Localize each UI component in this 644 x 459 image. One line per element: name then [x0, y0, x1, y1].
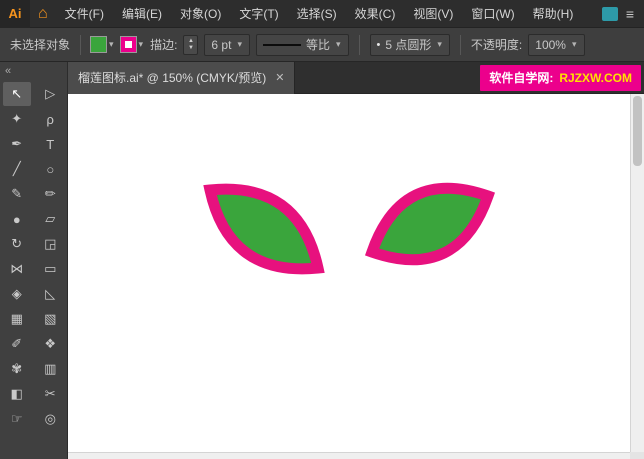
chevron-down-icon: ▾: [237, 39, 242, 49]
width-tool[interactable]: ⋈: [3, 257, 31, 281]
control-bar: 未选择对象 ▾ ▾ 描边: ▲ ▼ 6 pt ▾ 等比 ▾ • 5 点圆形 ▾: [0, 28, 644, 62]
artboard-canvas[interactable]: [68, 94, 630, 452]
vertical-scrollbar-thumb[interactable]: [633, 96, 642, 166]
artwork: [203, 182, 496, 275]
chevron-down-icon: ▾: [437, 39, 442, 49]
separator: [459, 34, 461, 55]
width-profile-value: 等比: [305, 38, 330, 52]
eyedropper-tool[interactable]: ✐: [3, 332, 31, 356]
stepper-up-icon[interactable]: ▲: [184, 38, 197, 45]
symbol-sprayer-tool[interactable]: ✾: [3, 357, 31, 381]
menu-select[interactable]: 选择(S): [288, 0, 346, 28]
magic-wand-tool[interactable]: ✦: [3, 107, 31, 131]
leaf-shape-right[interactable]: [364, 182, 496, 266]
selection-tool[interactable]: ↖: [2, 82, 31, 106]
panel-menu-icon[interactable]: ≡: [626, 6, 634, 22]
pencil-tool[interactable]: ✏: [36, 182, 64, 206]
stroke-color-dropdown[interactable]: ▾: [119, 36, 145, 53]
menu-window[interactable]: 窗口(W): [462, 0, 523, 28]
vertical-scrollbar[interactable]: [630, 94, 644, 452]
stroke-label: 描边:: [150, 38, 178, 52]
hand-tool[interactable]: ☞: [3, 407, 31, 431]
chevron-down-icon: ▾: [571, 39, 577, 49]
scrollbar-corner: [630, 452, 644, 459]
column-graph-tool[interactable]: ▥: [36, 357, 64, 381]
horizontal-scrollbar[interactable]: [68, 452, 630, 459]
line-segment-tool[interactable]: ╱: [3, 157, 31, 181]
fill-color-dropdown[interactable]: ▾: [90, 36, 115, 53]
tools-grid: ↖ ▷ ✦ ρ ✒ T ╱ ○ ✎ ✏ ● ▱ ↻ ◲ ⋈ ▭ ◈ ◺ ▦ ▧ …: [0, 80, 67, 431]
opacity-value: 100%: [535, 37, 566, 52]
eraser-tool[interactable]: ▱: [36, 207, 64, 231]
document-tab-title: 榴莲图标.ai* @ 150% (CMYK/预览): [78, 71, 267, 85]
menu-type[interactable]: 文字(T): [230, 0, 287, 28]
type-tool[interactable]: T: [36, 132, 64, 156]
pen-tool[interactable]: ✒: [3, 132, 31, 156]
menubar-right-group: ≡: [601, 6, 644, 22]
scale-tool[interactable]: ◲: [36, 232, 64, 256]
perspective-grid-tool[interactable]: ◺: [36, 282, 64, 306]
shape-builder-tool[interactable]: ◈: [3, 282, 31, 306]
menu-edit[interactable]: 编辑(E): [113, 0, 171, 28]
selection-status: 未选择对象: [10, 38, 71, 52]
direct-selection-tool[interactable]: ▷: [36, 82, 64, 106]
separator: [80, 34, 82, 55]
zoom-tool[interactable]: ◎: [36, 407, 64, 431]
paintbrush-tool[interactable]: ✎: [3, 182, 31, 206]
watermark-site: RJZXW.COM: [559, 70, 632, 85]
brush-dot-icon: •: [376, 38, 381, 51]
stroke-profile-line-icon: [262, 43, 301, 46]
stepper-down-icon[interactable]: ▼: [184, 45, 197, 52]
artboard-tool[interactable]: ◧: [3, 382, 31, 406]
width-profile-select[interactable]: 等比 ▾: [255, 33, 349, 56]
menu-object[interactable]: 对象(O): [171, 0, 230, 28]
menu-file[interactable]: 文件(F): [56, 0, 113, 28]
lasso-tool[interactable]: ρ: [36, 107, 64, 131]
menu-bar: Ai ⌂ 文件(F) 编辑(E) 对象(O) 文字(T) 选择(S) 效果(C)…: [0, 0, 644, 28]
opacity-label: 不透明度:: [470, 38, 523, 52]
document-tab[interactable]: 榴莲图标.ai* @ 150% (CMYK/预览) ✕: [68, 61, 296, 94]
chevron-down-icon: ▾: [335, 39, 341, 49]
menu-effect[interactable]: 效果(C): [346, 0, 405, 28]
blob-brush-tool[interactable]: ●: [3, 207, 31, 231]
stroke-width-value: 6 pt: [211, 37, 232, 52]
stroke-color-swatch[interactable]: [119, 36, 137, 53]
tools-panel: « ↖ ▷ ✦ ρ ✒ T ╱ ○ ✎ ✏ ● ▱ ↻ ◲ ⋈ ▭ ◈ ◺ ▦ …: [0, 62, 68, 459]
document-tab-bar: 榴莲图标.ai* @ 150% (CMYK/预览) ✕ 软件自学网: RJZXW…: [68, 61, 644, 94]
watermark-text: 软件自学网:: [489, 71, 554, 85]
brush-definition-select[interactable]: • 5 点圆形 ▾: [369, 33, 450, 56]
rotate-tool[interactable]: ↻: [3, 232, 31, 256]
opacity-select[interactable]: 100% ▾: [528, 33, 585, 56]
illustrator-window: Ai ⌂ 文件(F) 编辑(E) 对象(O) 文字(T) 选择(S) 效果(C)…: [0, 0, 644, 459]
fill-color-swatch[interactable]: [90, 36, 108, 53]
collapse-panel-button[interactable]: «: [0, 62, 67, 80]
mesh-tool[interactable]: ▦: [3, 307, 31, 331]
stroke-width-stepper[interactable]: ▲ ▼: [183, 34, 199, 55]
menu-view[interactable]: 视图(V): [404, 0, 462, 28]
workspace-icon[interactable]: [601, 6, 618, 21]
home-icon[interactable]: ⌂: [38, 0, 48, 28]
separator: [358, 34, 360, 55]
gradient-tool[interactable]: ▧: [36, 307, 64, 331]
chevron-down-icon: ▾: [138, 39, 144, 49]
chevron-down-icon: ▾: [109, 39, 114, 49]
close-icon[interactable]: ✕: [275, 71, 284, 84]
ellipse-tool[interactable]: ○: [36, 157, 64, 181]
stroke-width-select[interactable]: 6 pt ▾: [204, 33, 250, 56]
app-logo-icon: Ai: [0, 0, 30, 28]
free-transform-tool[interactable]: ▭: [36, 257, 64, 281]
brush-definition-value: 5 点圆形: [385, 38, 432, 52]
leaf-shape-left[interactable]: [203, 183, 325, 275]
menu-help[interactable]: 帮助(H): [524, 0, 583, 28]
watermark-banner: 软件自学网: RJZXW.COM: [480, 64, 641, 91]
slice-tool[interactable]: ✂: [36, 382, 64, 406]
blend-tool[interactable]: ❖: [36, 332, 64, 356]
